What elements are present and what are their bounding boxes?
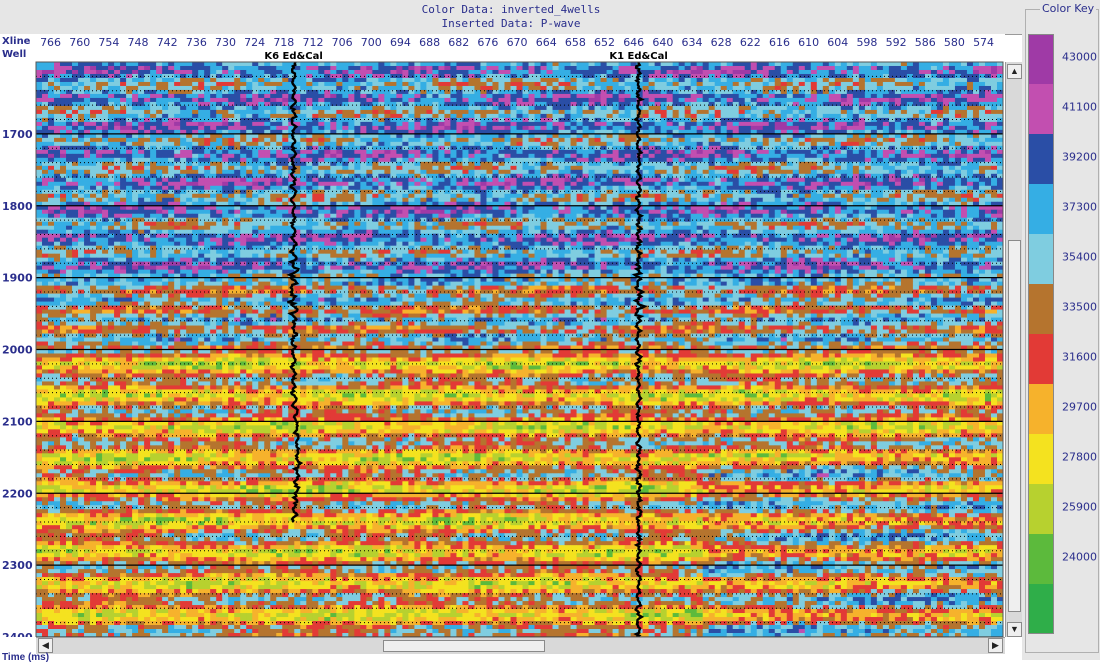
color-key-value: 27800: [1062, 451, 1097, 464]
color-key-value: 35400: [1062, 251, 1097, 264]
x-tick-label: 742: [157, 36, 178, 49]
horizontal-scroll-thumb[interactable]: [383, 640, 545, 652]
color-data-label: Color Data: inverted_4wells: [0, 3, 1022, 16]
y-tick-label: 2200: [2, 487, 33, 500]
x-tick-label: 766: [40, 36, 61, 49]
color-key-value: 33500: [1062, 301, 1097, 314]
vertical-scroll-thumb[interactable]: [1008, 240, 1021, 612]
y-tick-label: 2400: [2, 631, 33, 637]
x-tick-label: 652: [594, 36, 615, 49]
xline-label-band: [0, 34, 1005, 62]
well-label: K6 Ed&Cal: [264, 51, 322, 62]
y-tick-label: 2000: [2, 344, 33, 357]
color-key-swatch: [1028, 84, 1054, 135]
x-tick-label: 634: [682, 36, 703, 49]
x-tick-label: 694: [390, 36, 411, 49]
x-tick-label: 580: [944, 36, 965, 49]
color-key-title: Color Key: [1040, 2, 1096, 15]
x-tick-label: 610: [798, 36, 819, 49]
color-key-value: 29700: [1062, 401, 1097, 414]
y-tick-label: 1700: [2, 128, 33, 141]
x-tick-label: 670: [507, 36, 528, 49]
color-key-swatch: [1028, 434, 1054, 485]
xline-axis-label: Xline: [2, 36, 30, 47]
x-tick-label: 664: [536, 36, 557, 49]
color-key-swatch: [1028, 234, 1054, 285]
color-key-value: 43000: [1062, 51, 1097, 64]
x-tick-label: 622: [740, 36, 761, 49]
color-key-swatch: [1028, 534, 1054, 585]
color-key-value: 24000: [1062, 551, 1097, 564]
scroll-down-arrow-icon[interactable]: ▼: [1007, 622, 1022, 637]
color-key-swatch: [1028, 584, 1054, 634]
x-tick-label: 682: [448, 36, 469, 49]
color-key-value: 41100: [1062, 101, 1097, 114]
color-key-swatch: [1028, 34, 1054, 85]
well-label: K1 Ed&Cal: [609, 51, 667, 62]
x-tick-label: 586: [915, 36, 936, 49]
y-tick-label: 1900: [2, 272, 33, 285]
x-tick-label: 598: [856, 36, 877, 49]
x-tick-label: 688: [419, 36, 440, 49]
x-tick-label: 658: [565, 36, 586, 49]
color-key-swatch: [1028, 384, 1054, 435]
color-key-value: 37300: [1062, 201, 1097, 214]
color-key-value: 31600: [1062, 351, 1097, 364]
inserted-data-label: Inserted Data: P-wave: [0, 17, 1022, 30]
color-key-swatch: [1028, 484, 1054, 535]
well-axis-label: Well: [2, 49, 26, 60]
scroll-left-arrow-icon[interactable]: ◀: [38, 638, 53, 653]
x-tick-label: 616: [769, 36, 790, 49]
color-key-legend: [1028, 34, 1054, 634]
x-tick-label: 760: [69, 36, 90, 49]
x-tick-label: 604: [827, 36, 848, 49]
x-tick-label: 592: [886, 36, 907, 49]
y-tick-label: 2300: [2, 559, 33, 572]
scroll-right-arrow-icon[interactable]: ▶: [988, 638, 1003, 653]
y-tick-label: 2100: [2, 415, 33, 428]
color-key-value: 39200: [1062, 151, 1097, 164]
scroll-up-arrow-icon[interactable]: ▲: [1007, 64, 1022, 79]
x-tick-label: 724: [244, 36, 265, 49]
x-tick-label: 706: [332, 36, 353, 49]
x-tick-label: 712: [302, 36, 323, 49]
x-tick-label: 700: [361, 36, 382, 49]
x-tick-label: 748: [128, 36, 149, 49]
time-axis-label: Time (ms): [2, 652, 49, 663]
color-key-swatch: [1028, 284, 1054, 335]
x-tick-label: 718: [273, 36, 294, 49]
color-key-swatch: [1028, 184, 1054, 235]
plot-header: Color Data: inverted_4wells Inserted Dat…: [0, 0, 1022, 35]
color-key-value-labels: 43000 41100 39200 37300 35400 33500 31600 29700…: [1054, 34, 1100, 634]
seismic-section-plot[interactable]: 1700 1800 1900 2000 2100 2200 2300 2400 766 760 75…: [0, 34, 1005, 637]
x-tick-label: 646: [623, 36, 644, 49]
x-tick-label: 628: [711, 36, 732, 49]
x-tick-label: 676: [477, 36, 498, 49]
color-key-swatch: [1028, 334, 1054, 385]
color-key-swatch: [1028, 134, 1054, 185]
color-key-value: 25900: [1062, 501, 1097, 514]
x-tick-label: 754: [98, 36, 119, 49]
x-tick-label: 574: [973, 36, 994, 49]
y-tick-label: 1800: [2, 200, 33, 213]
x-tick-label: 730: [215, 36, 236, 49]
x-tick-label: 640: [652, 36, 673, 49]
x-tick-label: 736: [186, 36, 207, 49]
